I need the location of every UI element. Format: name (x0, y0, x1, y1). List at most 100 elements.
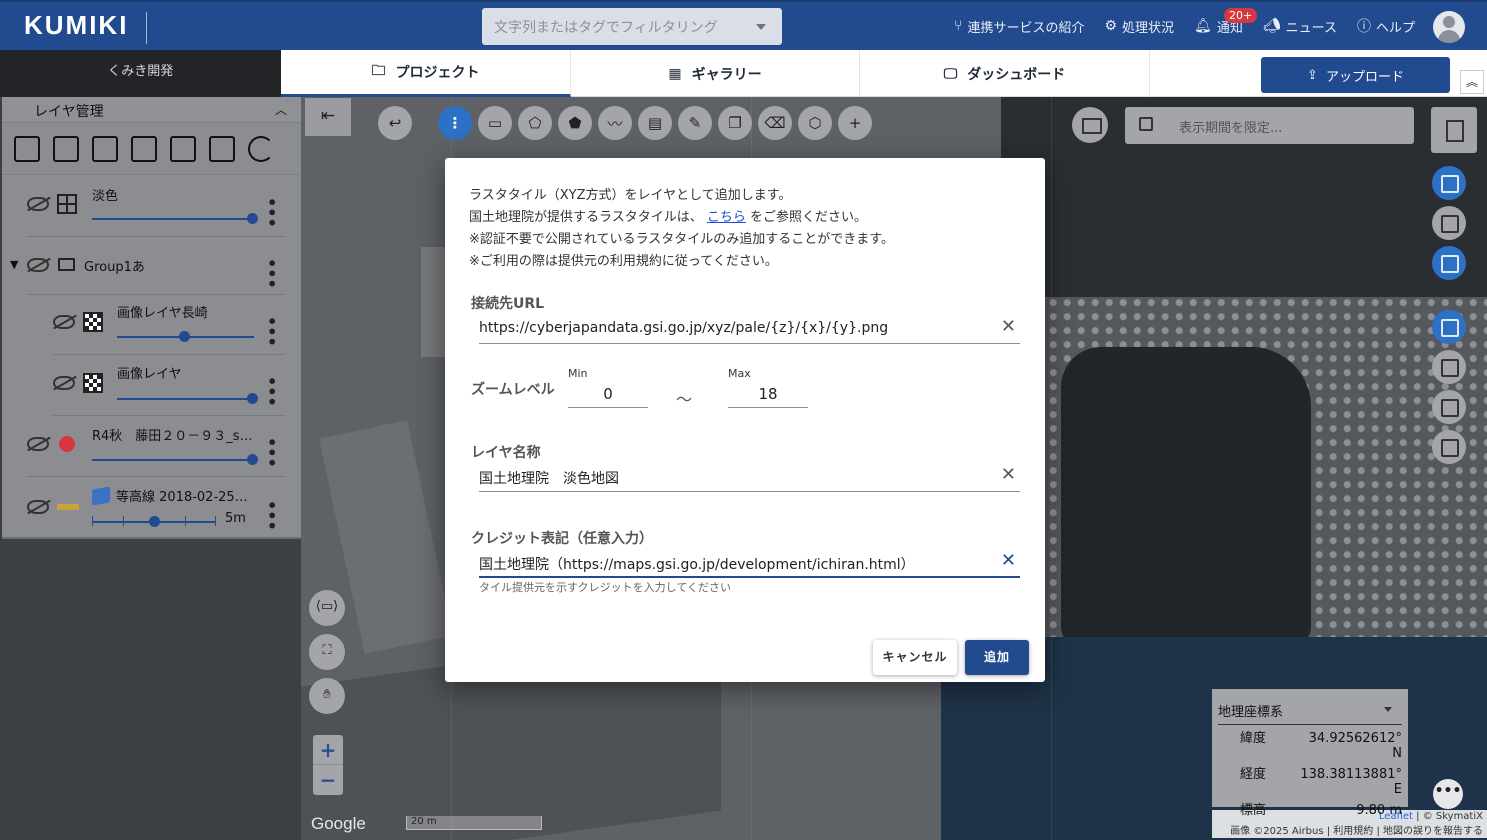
cancel-button[interactable]: キャンセル (873, 640, 957, 675)
tile-grid-icon (57, 194, 77, 214)
layer-item[interactable]: ▼ Group1あ ••• (2, 236, 301, 296)
layer-name-value: 国土地理院 淡色地図 (479, 471, 619, 487)
eye-off-icon[interactable] (27, 258, 49, 272)
visibility-button[interactable] (1432, 206, 1466, 240)
more-vert-icon[interactable]: ••• (262, 500, 281, 531)
polygon-button[interactable]: ⬟ (558, 106, 592, 140)
layer-item[interactable]: 淡色 ••• (2, 175, 301, 235)
opacity-slider-handle[interactable] (179, 331, 190, 342)
coordinate-system-select[interactable]: 地理座標系 (1218, 697, 1402, 725)
frame-view-button[interactable] (1432, 310, 1466, 344)
layer-item[interactable]: 画像レイヤ ••• (2, 354, 301, 414)
gsi-link[interactable]: こちら (707, 210, 746, 225)
opacity-slider[interactable] (92, 218, 254, 220)
credit-input[interactable]: 国土地理院（https://maps.gsi.go.jp/development… (479, 548, 1020, 578)
map-type-button[interactable] (1431, 107, 1477, 153)
nav-news-label: ニュース (1285, 20, 1337, 36)
cube-button[interactable]: ⬡ (798, 106, 832, 140)
pointcloud-view-button[interactable] (1432, 390, 1466, 424)
opacity-slider-handle[interactable] (247, 213, 258, 224)
3d-view-button[interactable] (1432, 430, 1466, 464)
layout-button[interactable]: ▤ (638, 106, 672, 140)
date-filter-input[interactable]: 表示期間を限定... (1125, 107, 1414, 144)
layer-item[interactable]: 等高線 2018-02-25… 5m ••• (2, 476, 301, 536)
copy-button[interactable]: ❐ (718, 106, 752, 140)
opacity-slider-handle[interactable] (247, 393, 258, 404)
eye-off-icon[interactable] (53, 376, 75, 390)
tab-gallery[interactable]: ▦ ギャラリー (571, 50, 860, 97)
zoom-level-label: ズームレベル (471, 382, 555, 398)
expand-icon[interactable]: ▼ (10, 258, 18, 271)
layer-name-input[interactable]: 国土地理院 淡色地図 ✕ (479, 462, 1020, 492)
edit-button[interactable]: ✎ (678, 106, 712, 140)
url-input[interactable]: https://cyberjapandata.gsi.go.jp/xyz/pal… (479, 314, 1020, 344)
image-layer-icon (83, 373, 103, 393)
tab-projects[interactable]: 🗀 プロジェクト (281, 50, 571, 97)
more-vert-icon[interactable]: ••• (262, 258, 281, 289)
more-vert-icon[interactable]: ••• (262, 316, 281, 347)
add-vector-layer-icon[interactable] (53, 135, 79, 162)
nav-notifications[interactable]: 🔔︎ 通知 20+ (1194, 8, 1258, 36)
interval-slider-handle[interactable] (149, 516, 160, 527)
range-separator: ～ (676, 390, 693, 409)
monitor-icon: 🖵︎ (943, 65, 958, 82)
refresh-icon[interactable] (248, 135, 274, 162)
add-button[interactable]: + (838, 106, 872, 140)
attribution-line2[interactable]: 画像 ©2025 Airbus | 利用規約 | 地図の誤りを報告する (1216, 822, 1483, 837)
undo-button[interactable]: ↩ (378, 106, 412, 140)
more-vert-icon[interactable]: ••• (262, 437, 281, 468)
min-zoom-input[interactable]: 0 (568, 376, 648, 408)
add-grid-layer-icon[interactable] (131, 135, 157, 162)
add-tile-layer-icon[interactable] (14, 135, 40, 162)
menu-button[interactable]: ⋮ (438, 106, 472, 140)
import-csv-icon[interactable] (209, 135, 235, 162)
clear-name-icon[interactable]: ✕ (1001, 464, 1016, 485)
eye-off-icon[interactable] (27, 437, 49, 451)
eye-off-icon[interactable] (53, 315, 75, 329)
layer-item[interactable]: R4秋 藤田２０－９３_s… ••• (2, 415, 301, 475)
split-view-button[interactable] (1432, 350, 1466, 384)
print-button[interactable] (1072, 107, 1108, 143)
add-button[interactable]: 追加 (965, 640, 1029, 675)
zoom-out-button[interactable]: − (313, 765, 343, 795)
opacity-slider-handle[interactable] (247, 454, 258, 465)
clear-credit-icon[interactable]: ✕ (1001, 550, 1016, 571)
polygon-select-button[interactable]: ⬠ (518, 106, 552, 140)
line-button[interactable]: 〰 (598, 106, 632, 140)
credit-hint: タイル提供元を示すクレジットを入力してください (479, 581, 732, 594)
chevron-up-icon[interactable]: ︿ (275, 101, 287, 118)
filter-select[interactable]: 文字列またはタグでフィルタリング (482, 8, 782, 45)
layer-panel-header[interactable]: レイヤ管理 ︿ (2, 97, 301, 123)
fit-bounds-button[interactable]: ⟨▭⟩ (309, 590, 345, 626)
right-menu-button[interactable] (1432, 166, 1466, 200)
add-folder-icon[interactable] (170, 135, 196, 162)
avatar[interactable] (1433, 11, 1465, 43)
nav-help[interactable]: ⓘ ヘルプ (1357, 16, 1415, 36)
eraser-button[interactable]: ⌫ (758, 106, 792, 140)
collapse-panel-button[interactable]: ⇤ (305, 98, 351, 136)
upload-button[interactable]: ⇪ アップロード (1261, 57, 1450, 93)
opacity-slider[interactable] (92, 459, 254, 461)
layers-button[interactable] (1432, 246, 1466, 280)
workspace-name[interactable]: くみき開発 (0, 50, 281, 97)
eye-off-icon[interactable] (27, 500, 49, 514)
more-vert-icon[interactable]: ••• (262, 376, 281, 407)
nav-processing[interactable]: ⚙ 処理状況 (1104, 16, 1174, 36)
nav-news[interactable]: 📣︎ ニュース (1263, 16, 1337, 36)
collapse-header-button[interactable]: ︽ (1460, 70, 1484, 94)
nav-integrations[interactable]: ⑂ 連携サービスの紹介 (954, 16, 1084, 36)
tab-dashboard[interactable]: 🖵︎ ダッシュボード (860, 50, 1150, 97)
ruler-button[interactable]: ▭ (478, 106, 512, 140)
eye-off-icon[interactable] (27, 197, 49, 211)
fullscreen-button[interactable]: ⛶ (309, 634, 345, 670)
max-zoom-input[interactable]: 18 (728, 376, 808, 408)
app-logo[interactable]: KUMIKI (24, 10, 128, 41)
clear-url-icon[interactable]: ✕ (1001, 316, 1016, 337)
more-vert-icon[interactable]: ••• (262, 197, 281, 228)
more-horiz-icon[interactable]: ••• (1433, 779, 1463, 809)
add-drawing-layer-icon[interactable] (92, 135, 118, 162)
pan-hand-button[interactable]: ✋︎ (309, 678, 345, 714)
zoom-in-button[interactable]: + (313, 735, 343, 765)
opacity-slider[interactable] (117, 398, 254, 400)
layer-item[interactable]: 画像レイヤ長崎 ••• (2, 294, 301, 354)
